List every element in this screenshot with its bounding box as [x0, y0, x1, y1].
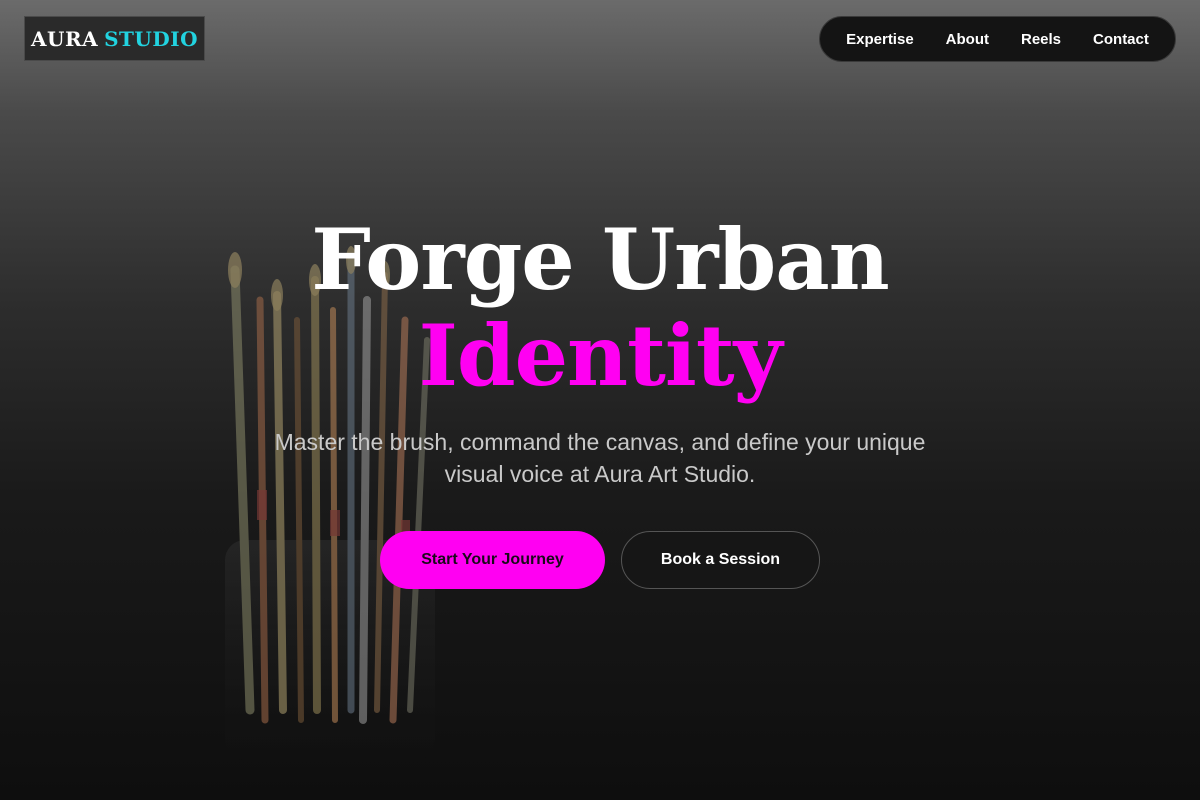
hero-title-line2: Identity	[418, 306, 783, 405]
hero-subtitle: Master the brush, command the canvas, an…	[274, 429, 926, 487]
nav-link-about[interactable]: About	[946, 31, 989, 48]
logo-word-studio: STUDIO	[104, 26, 198, 51]
book-session-button[interactable]: Book a Session	[621, 531, 820, 589]
nav-link-expertise[interactable]: Expertise	[846, 31, 914, 48]
studio-logo[interactable]: AURA STUDIO	[24, 16, 205, 61]
logo-word-aura: AURA	[31, 26, 99, 51]
start-journey-button[interactable]: Start Your Journey	[380, 531, 605, 589]
hero-title-line1: Forge Urban	[311, 210, 890, 309]
nav-link-contact[interactable]: Contact	[1093, 31, 1149, 48]
hero-title: Forge Urban Identity	[0, 210, 1200, 402]
main-nav: Expertise About Reels Contact	[819, 16, 1176, 62]
nav-link-reels[interactable]: Reels	[1021, 31, 1061, 48]
